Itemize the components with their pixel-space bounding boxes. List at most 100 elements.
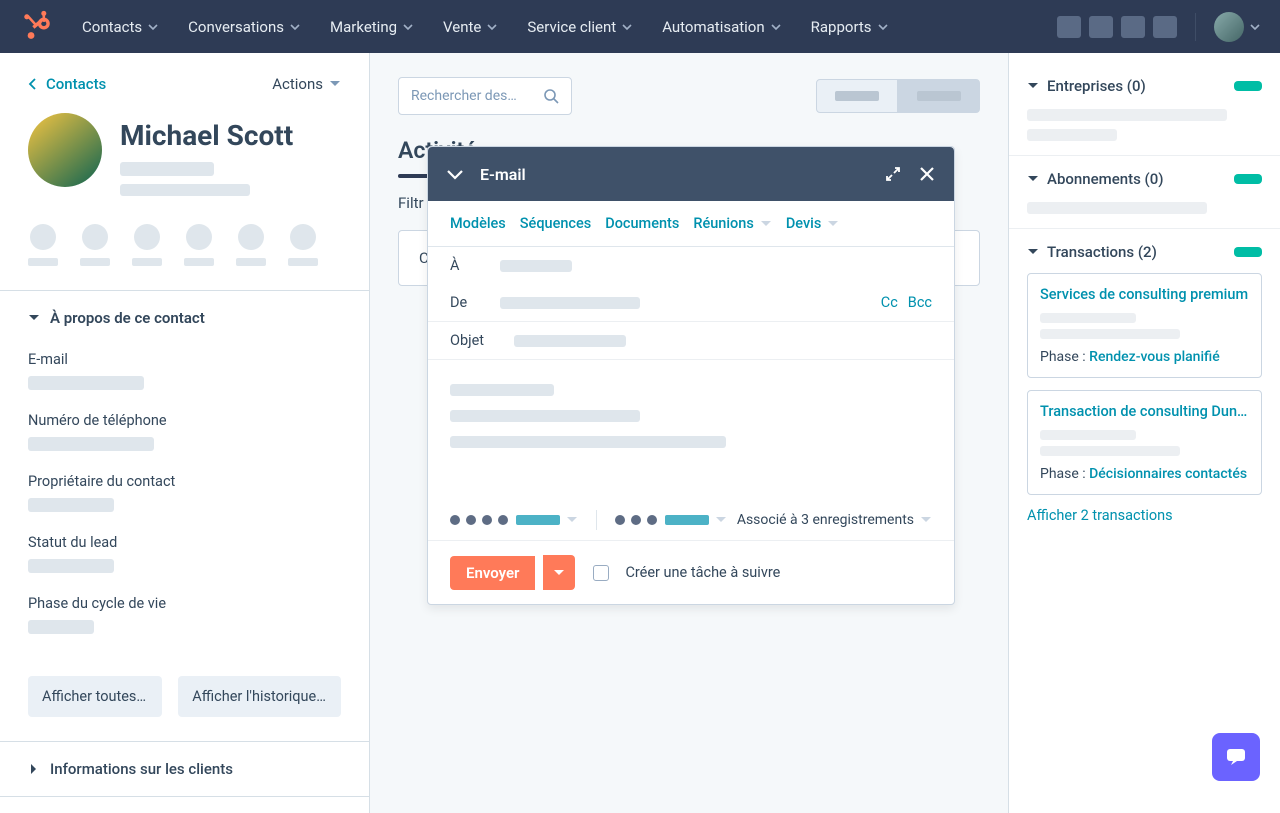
insert-group[interactable] bbox=[615, 515, 657, 525]
nav-service[interactable]: Service client bbox=[527, 18, 632, 36]
quick-action[interactable] bbox=[80, 224, 110, 266]
send-button[interactable]: Envoyer bbox=[450, 556, 535, 590]
top-icon-1[interactable] bbox=[1057, 16, 1081, 38]
subject-input[interactable] bbox=[514, 335, 626, 347]
quick-action[interactable] bbox=[28, 224, 58, 266]
tab-sequences[interactable]: Séquences bbox=[520, 215, 591, 232]
nav-sales[interactable]: Vente bbox=[443, 18, 497, 36]
tab-meetings[interactable]: Réunions bbox=[693, 215, 772, 232]
placeholder-line bbox=[1040, 446, 1180, 456]
chevron-down-icon bbox=[148, 22, 158, 32]
compose-title: E-mail bbox=[480, 165, 868, 184]
cc-link[interactable]: Cc bbox=[881, 294, 898, 311]
tab-documents[interactable]: Documents bbox=[605, 215, 679, 232]
format-dropdown[interactable] bbox=[516, 515, 578, 525]
about-section-header[interactable]: À propos de ce contact bbox=[0, 291, 369, 345]
bcc-link[interactable]: Bcc bbox=[908, 294, 932, 311]
create-task-checkbox[interactable] bbox=[593, 565, 609, 581]
show-deals-link[interactable]: Afficher 2 transactions bbox=[1027, 507, 1173, 524]
close-icon[interactable] bbox=[918, 165, 936, 183]
to-input[interactable] bbox=[500, 260, 572, 272]
deal-title[interactable]: Services de consulting premium bbox=[1040, 286, 1249, 303]
subscriptions-section[interactable]: Abonnements (0) bbox=[1027, 170, 1262, 188]
nav-reports[interactable]: Rapports bbox=[811, 18, 888, 36]
quick-actions bbox=[0, 212, 369, 290]
caret-down-icon bbox=[920, 515, 932, 525]
expand-icon[interactable] bbox=[884, 165, 902, 183]
hubspot-logo[interactable] bbox=[20, 10, 54, 44]
tab-templates[interactable]: Modèles bbox=[450, 215, 506, 232]
quick-action[interactable] bbox=[236, 224, 266, 266]
placeholder-line bbox=[120, 184, 250, 196]
search-input[interactable]: Rechercher des… bbox=[398, 77, 572, 115]
field-phone-label: Numéro de téléphone bbox=[28, 412, 341, 429]
deal-phase: Phase : Rendez-vous planifié bbox=[1040, 349, 1249, 365]
chevron-left-icon bbox=[28, 78, 38, 90]
back-contacts[interactable]: Contacts bbox=[28, 75, 106, 93]
website-activity-section[interactable]: Activité sur le site web bbox=[0, 797, 369, 813]
nav-conversations[interactable]: Conversations bbox=[188, 18, 300, 36]
view-toggle-a[interactable] bbox=[816, 79, 898, 113]
tab-quotes[interactable]: Devis bbox=[786, 215, 840, 232]
to-label: À bbox=[450, 257, 476, 274]
format-group[interactable] bbox=[450, 515, 508, 525]
nav-automation[interactable]: Automatisation bbox=[662, 18, 780, 36]
chevron-down-icon bbox=[771, 22, 781, 32]
chevron-down-icon[interactable] bbox=[446, 167, 464, 181]
nav-contacts[interactable]: Contacts bbox=[82, 18, 158, 36]
top-icon-3[interactable] bbox=[1121, 16, 1145, 38]
deals-section[interactable]: Transactions (2) bbox=[1027, 243, 1262, 261]
caret-down-icon bbox=[1027, 174, 1039, 184]
show-history-button[interactable]: Afficher l'historique de l… bbox=[178, 676, 341, 717]
quick-action[interactable] bbox=[184, 224, 214, 266]
subject-label: Objet bbox=[450, 332, 490, 349]
user-menu[interactable] bbox=[1214, 12, 1260, 42]
associated-records[interactable]: Associé à 3 enregistrements bbox=[737, 512, 932, 528]
placeholder-line bbox=[120, 162, 214, 176]
deal-phase-value[interactable]: Décisionnaires contactés bbox=[1089, 466, 1247, 482]
insert-dropdown[interactable] bbox=[665, 515, 727, 525]
contact-header: Michael Scott bbox=[0, 101, 369, 212]
add-pill[interactable] bbox=[1234, 81, 1262, 91]
field-stage-value[interactable] bbox=[28, 620, 94, 634]
view-toggle bbox=[816, 79, 980, 113]
caret-down-icon bbox=[566, 515, 578, 525]
view-toggle-b[interactable] bbox=[898, 79, 980, 113]
add-pill[interactable] bbox=[1234, 174, 1262, 184]
deal-title[interactable]: Transaction de consulting Dunder… bbox=[1040, 403, 1249, 420]
field-phone-value[interactable] bbox=[28, 437, 154, 451]
caret-down-icon bbox=[760, 219, 772, 229]
actions-dropdown[interactable]: Actions bbox=[272, 75, 341, 93]
deal-card[interactable]: Transaction de consulting Dunder… Phase … bbox=[1027, 390, 1262, 495]
clients-info-section[interactable]: Informations sur les clients bbox=[0, 742, 369, 796]
create-task-label: Créer une tâche à suivre bbox=[625, 564, 780, 581]
from-input[interactable] bbox=[500, 297, 640, 309]
from-field-row: De Cc Bcc bbox=[428, 284, 954, 321]
add-pill[interactable] bbox=[1234, 247, 1262, 257]
email-body[interactable] bbox=[428, 360, 954, 500]
companies-section[interactable]: Entreprises (0) bbox=[1027, 77, 1262, 95]
search-placeholder: Rechercher des… bbox=[411, 88, 517, 104]
from-label: De bbox=[450, 294, 476, 311]
contact-avatar[interactable] bbox=[28, 113, 102, 187]
field-owner-label: Propriétaire du contact bbox=[28, 473, 341, 490]
top-icon-4[interactable] bbox=[1153, 16, 1177, 38]
top-icon-2[interactable] bbox=[1089, 16, 1113, 38]
caret-down-icon bbox=[715, 515, 727, 525]
field-lead-value[interactable] bbox=[28, 559, 114, 573]
chat-fab[interactable] bbox=[1212, 733, 1260, 781]
field-email-value[interactable] bbox=[28, 376, 144, 390]
send-more-button[interactable] bbox=[543, 555, 575, 590]
nav-marketing[interactable]: Marketing bbox=[330, 18, 413, 36]
quick-action[interactable] bbox=[132, 224, 162, 266]
compose-header[interactable]: E-mail bbox=[428, 147, 954, 201]
placeholder-line bbox=[1040, 430, 1136, 440]
show-all-properties-button[interactable]: Afficher toutes les… bbox=[28, 676, 162, 717]
field-owner-value[interactable] bbox=[28, 498, 114, 512]
chevron-down-icon bbox=[290, 22, 300, 32]
deal-phase-value[interactable]: Rendez-vous planifié bbox=[1089, 349, 1220, 365]
deal-card[interactable]: Services de consulting premium Phase : R… bbox=[1027, 273, 1262, 378]
quick-action[interactable] bbox=[288, 224, 318, 266]
placeholder-line bbox=[1040, 313, 1136, 323]
field-email-label: E-mail bbox=[28, 351, 341, 368]
